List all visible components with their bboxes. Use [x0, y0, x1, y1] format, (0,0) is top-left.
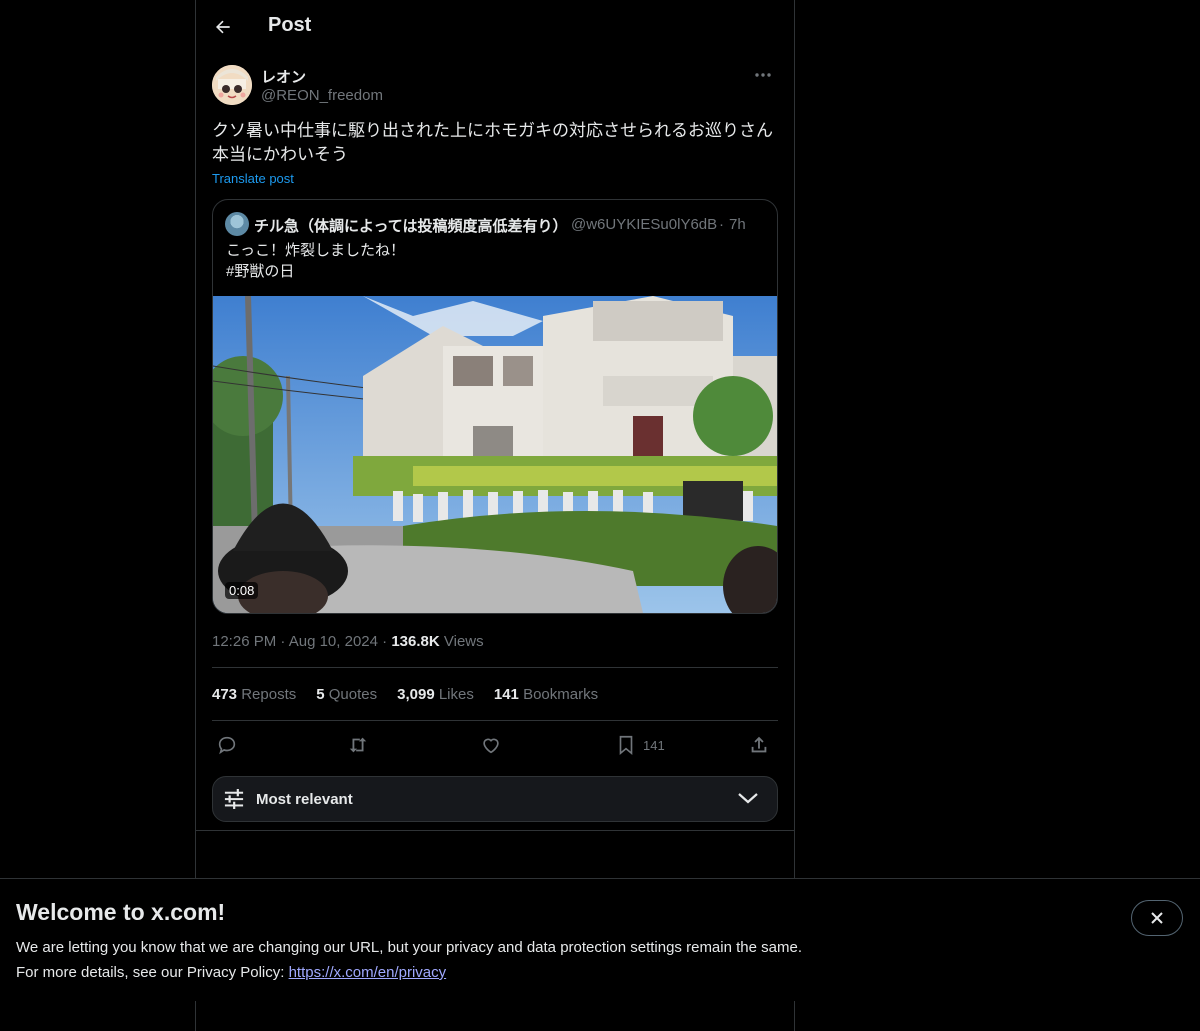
- avatar-image: [212, 65, 252, 105]
- quotes-stat[interactable]: 5 Quotes: [316, 686, 377, 703]
- banner-title: Welcome to x.com!: [16, 899, 226, 925]
- translate-post-link[interactable]: Translate post: [212, 171, 294, 186]
- bookmark-icon: [619, 735, 633, 756]
- post-meta: 12:26 PM · Aug 10, 2024 · 136.8K Views: [212, 633, 484, 650]
- post-date[interactable]: Aug 10, 2024: [289, 633, 378, 650]
- bookmark-button[interactable]: 141: [615, 732, 665, 758]
- bookmarks-stat[interactable]: 141 Bookmarks: [494, 686, 598, 703]
- divider: [196, 830, 794, 831]
- like-button[interactable]: [480, 732, 502, 758]
- privacy-policy-link[interactable]: https://x.com/en/privacy: [289, 964, 447, 981]
- banner-line: For more details, see our Privacy Policy…: [16, 964, 447, 981]
- chevron-down-icon: [738, 793, 758, 804]
- reply-icon: [218, 736, 236, 755]
- reply-button[interactable]: [216, 732, 238, 758]
- author-name[interactable]: レオン: [261, 66, 306, 87]
- video-thumbnail[interactable]: 0:08: [213, 296, 777, 613]
- arrow-left-icon: [216, 20, 230, 34]
- banner-text: We are letting you know that we are chan…: [16, 935, 802, 985]
- close-icon: [1151, 912, 1163, 924]
- views-count: 136.8K: [391, 633, 440, 650]
- share-button[interactable]: [748, 732, 770, 758]
- post-time[interactable]: 12:26 PM: [212, 633, 276, 650]
- main-column: Post レオン @REON_freedom クソ暑い中仕事に駆り出された上にホ…: [195, 0, 795, 1031]
- welcome-banner: Welcome to x.com! We are letting you kno…: [0, 878, 1200, 1001]
- quoted-avatar: [225, 212, 249, 236]
- divider: [212, 667, 778, 668]
- quoted-post[interactable]: チル急（体調によっては投稿頻度高低差有り） @w6UYKIESu0lY6dB ·…: [212, 199, 778, 614]
- top-bar: Post: [196, 0, 794, 54]
- back-button[interactable]: [210, 14, 236, 40]
- more-options-button[interactable]: [748, 64, 778, 86]
- views-label: Views: [443, 633, 484, 650]
- divider: [212, 720, 778, 721]
- close-banner-button[interactable]: [1131, 900, 1183, 936]
- sort-label: Most relevant: [256, 791, 353, 808]
- quoted-author-handle: @w6UYKIESu0lY6dB: [571, 216, 718, 233]
- engagement-stats: 473 Reposts 5 Quotes 3,099 Likes 141 Boo…: [212, 686, 598, 703]
- post-author: レオン @REON_freedom: [212, 64, 778, 106]
- more-icon: [755, 73, 771, 77]
- quoted-text: こっこ！炸裂しましたね！ #野獣の日: [226, 242, 405, 280]
- author-handle[interactable]: @REON_freedom: [261, 87, 383, 104]
- banner-line: We are letting you know that we are chan…: [16, 939, 802, 956]
- video-duration: 0:08: [225, 582, 259, 599]
- sort-replies-dropdown[interactable]: Most relevant: [212, 776, 778, 822]
- quoted-separator: ·: [719, 216, 724, 233]
- quoted-timestamp: 7h: [729, 216, 746, 233]
- bookmark-count: 141: [643, 737, 665, 753]
- video-frame-image: [213, 296, 777, 613]
- sliders-icon: [224, 789, 244, 809]
- heart-icon: [483, 738, 499, 754]
- quoted-author-name: チル急（体調によっては投稿頻度高低差有り）: [254, 218, 568, 235]
- repost-button[interactable]: [346, 732, 370, 758]
- post-text: クソ暑い中仕事に駆り出された上にホモガキの対応させられるお巡りさん 本当にかわい…: [212, 121, 773, 164]
- page-title: Post: [268, 14, 312, 36]
- repost-icon: [349, 737, 367, 753]
- action-bar: 141: [212, 730, 778, 760]
- avatar[interactable]: [212, 65, 252, 105]
- share-icon: [751, 736, 767, 753]
- likes-stat[interactable]: 3,099 Likes: [397, 686, 474, 703]
- reposts-stat[interactable]: 473 Reposts: [212, 686, 296, 703]
